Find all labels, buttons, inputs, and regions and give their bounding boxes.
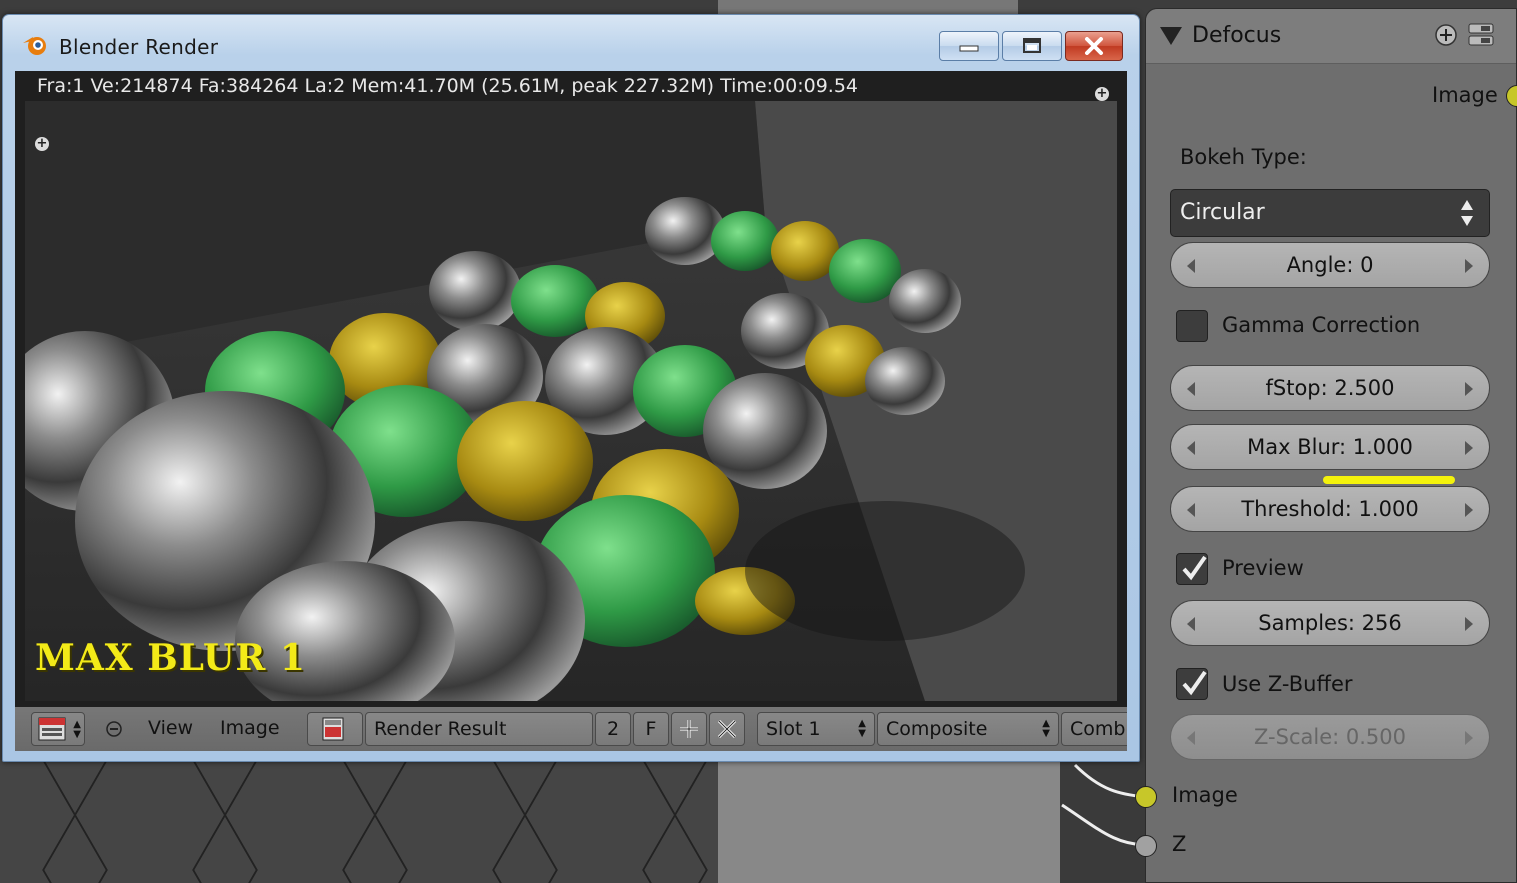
threshold-field[interactable]: Threshold: 1.000 xyxy=(1170,486,1490,532)
node-header[interactable]: Defocus xyxy=(1146,9,1516,64)
decrement-arrow-icon[interactable] xyxy=(1187,617,1195,631)
render-result-image xyxy=(25,101,1117,701)
image-users-count[interactable]: 2 xyxy=(595,712,631,746)
region-expand-icon[interactable]: + xyxy=(35,137,49,151)
highlight-underline xyxy=(1323,476,1455,484)
close-icon xyxy=(1085,37,1103,55)
minimize-button[interactable] xyxy=(939,31,999,61)
gamma-correction-label: Gamma Correction xyxy=(1222,313,1421,337)
collapse-triangle-icon[interactable] xyxy=(1160,27,1182,45)
new-image-button[interactable] xyxy=(671,712,707,746)
preview-checkbox[interactable] xyxy=(1176,553,1208,585)
image-browse-icon xyxy=(322,717,344,741)
pass-selector[interactable]: Combi xyxy=(1061,712,1127,746)
increment-arrow-icon[interactable] xyxy=(1465,503,1473,517)
angle-field[interactable]: Angle: 0 xyxy=(1170,242,1490,288)
layer-label: Composite xyxy=(886,718,988,740)
samples-field[interactable]: Samples: 256 xyxy=(1170,600,1490,646)
threshold-value: Threshold: 1.000 xyxy=(1241,497,1419,521)
window-title: Blender Render xyxy=(59,35,219,59)
fstop-value: fStop: 2.500 xyxy=(1265,376,1395,400)
dropdown-arrows-icon: ▲ ▼ xyxy=(73,719,81,740)
bokeh-type-dropdown[interactable]: Circular xyxy=(1170,189,1490,237)
region-expand-icon[interactable]: + xyxy=(1095,87,1109,101)
menu-view[interactable]: View xyxy=(148,717,193,739)
decrement-arrow-icon[interactable] xyxy=(1187,259,1195,273)
maximize-icon xyxy=(1023,38,1041,53)
zscale-field[interactable]: Z-Scale: 0.500 xyxy=(1170,714,1490,760)
checkmark-icon xyxy=(1182,555,1207,581)
input-z-label: Z xyxy=(1172,832,1187,856)
dropdown-arrows-icon: ▲ ▼ xyxy=(1042,718,1050,739)
fstop-field[interactable]: fStop: 2.500 xyxy=(1170,365,1490,411)
samples-value: Samples: 256 xyxy=(1258,611,1402,635)
layer-selector[interactable]: Composite ▲ ▼ xyxy=(877,712,1059,746)
input-image-socket[interactable] xyxy=(1135,786,1157,808)
slot-selector[interactable]: Slot 1 ▲ ▼ xyxy=(757,712,875,746)
preview-label: Preview xyxy=(1222,556,1304,580)
defocus-node[interactable]: Defocus Image Bokeh Type: Circular Angle… xyxy=(1135,8,1517,883)
dropdown-arrows-icon xyxy=(1461,200,1473,226)
decrement-arrow-icon[interactable] xyxy=(1187,382,1195,396)
use-zbuffer-label: Use Z-Buffer xyxy=(1222,672,1353,696)
browse-image-button[interactable] xyxy=(307,712,363,746)
max-blur-field[interactable]: Max Blur: 1.000 xyxy=(1170,424,1490,470)
decrement-arrow-icon[interactable] xyxy=(1187,441,1195,455)
slot-label: Slot 1 xyxy=(766,718,821,740)
add-circle-icon[interactable] xyxy=(1434,23,1458,47)
output-image-socket[interactable] xyxy=(1506,85,1517,107)
node-options-icon[interactable] xyxy=(1467,22,1495,48)
image-name-field[interactable]: Render Result xyxy=(365,712,593,746)
node-title: Defocus xyxy=(1192,23,1282,48)
plus-icon xyxy=(680,720,698,738)
checkmark-icon xyxy=(1182,670,1207,696)
decrement-arrow-icon[interactable] xyxy=(1187,503,1195,517)
background-panel-strip xyxy=(718,0,1018,14)
increment-arrow-icon[interactable] xyxy=(1465,731,1473,745)
window-title-bar[interactable]: Blender Render xyxy=(3,15,1139,71)
increment-arrow-icon[interactable] xyxy=(1465,617,1473,631)
render-stats: Fra:1 Ve:214874 Fa:384264 La:2 Mem:41.70… xyxy=(37,75,858,97)
blender-logo-icon xyxy=(23,37,46,55)
bokeh-type-label: Bokeh Type: xyxy=(1180,145,1307,169)
input-image-label: Image xyxy=(1172,783,1238,807)
increment-arrow-icon[interactable] xyxy=(1465,259,1473,273)
collapse-menu-icon[interactable] xyxy=(105,720,123,738)
render-window[interactable]: Blender Render Fra:1 Ve:214874 Fa:384264… xyxy=(2,14,1140,762)
minimize-icon xyxy=(959,45,979,52)
editor-type-button[interactable]: ▲ ▼ xyxy=(31,712,85,746)
increment-arrow-icon[interactable] xyxy=(1465,441,1473,455)
pass-label: Combi xyxy=(1070,718,1127,740)
angle-value: Angle: 0 xyxy=(1286,253,1374,277)
gamma-correction-checkbox[interactable] xyxy=(1176,310,1208,342)
x-icon xyxy=(717,719,737,739)
unlink-image-button[interactable] xyxy=(709,712,745,746)
max-blur-value: Max Blur: 1.000 xyxy=(1247,435,1413,459)
increment-arrow-icon[interactable] xyxy=(1465,382,1473,396)
zscale-value: Z-Scale: 0.500 xyxy=(1254,725,1406,749)
background-grid xyxy=(0,760,720,883)
use-zbuffer-checkbox[interactable] xyxy=(1176,668,1208,700)
output-image-label: Image xyxy=(1432,83,1498,107)
menu-image[interactable]: Image xyxy=(220,717,280,739)
dropdown-arrows-icon: ▲ ▼ xyxy=(858,718,866,739)
render-viewport[interactable]: Fra:1 Ve:214874 Fa:384264 La:2 Mem:41.70… xyxy=(15,71,1127,711)
bokeh-type-value: Circular xyxy=(1180,200,1265,225)
image-editor-header[interactable]: ▲ ▼ View Image Render Result 2 F Slot 1 … xyxy=(15,707,1127,751)
image-editor-icon xyxy=(38,717,66,741)
maximize-button[interactable] xyxy=(1002,31,1062,61)
render-overlay-caption: MAX BLUR 1 xyxy=(35,637,306,679)
fake-user-button[interactable]: F xyxy=(633,712,669,746)
close-button[interactable] xyxy=(1065,31,1123,61)
background-panel xyxy=(718,760,1060,883)
decrement-arrow-icon[interactable] xyxy=(1187,731,1195,745)
input-z-socket[interactable] xyxy=(1135,835,1157,857)
